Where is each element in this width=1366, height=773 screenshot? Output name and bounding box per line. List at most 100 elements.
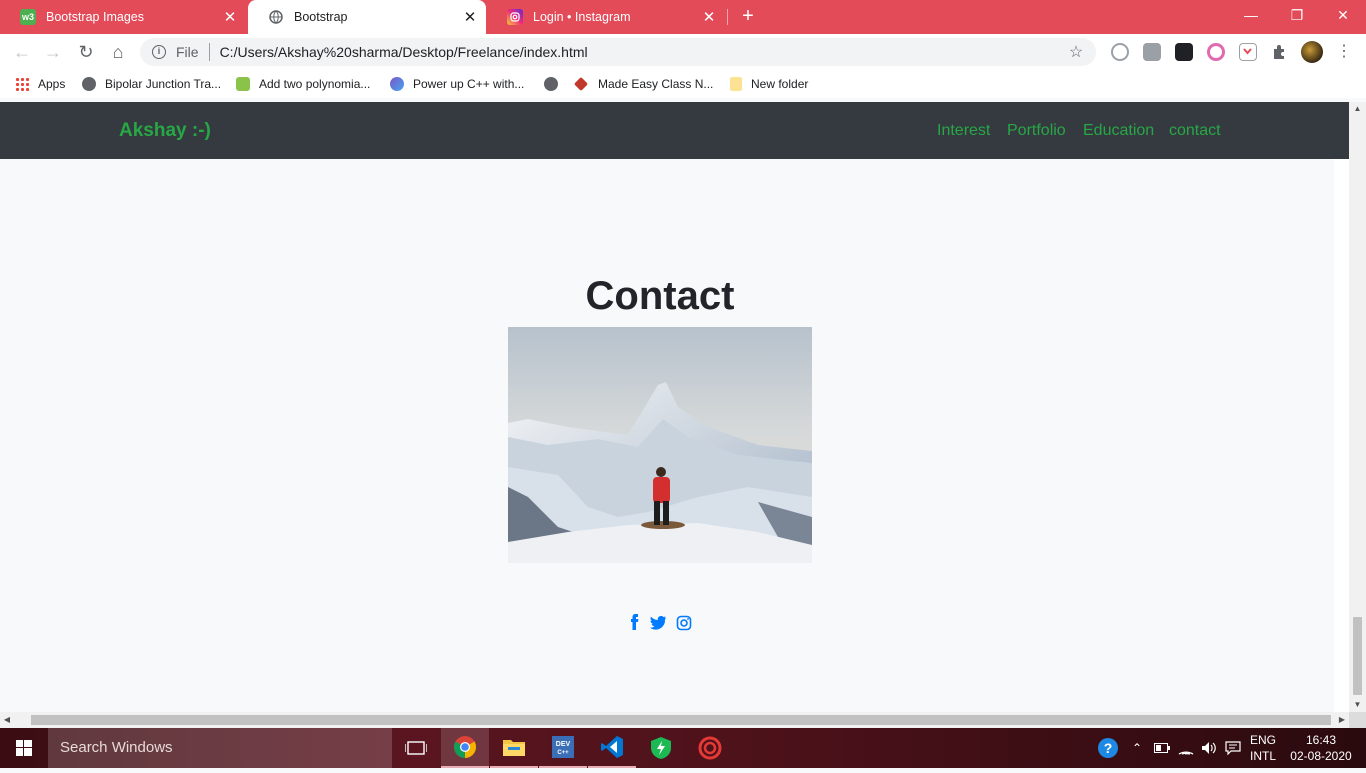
bookmark-label: Bipolar Junction Tra... [105,77,222,91]
help-icon[interactable]: ? [1096,728,1120,768]
reload-button[interactable]: ↻ [74,40,98,64]
minimize-button[interactable]: — [1228,0,1274,30]
bookmark-label: Power up C++ with... [413,77,525,91]
instagram-icon[interactable] [675,614,693,632]
folder-icon [730,77,742,91]
scroll-down-arrow[interactable]: ▼ [1349,698,1366,712]
bookmark-polynomial[interactable]: Add two polynomia... [236,74,370,94]
url-text[interactable]: C:/Users/Akshay%20sharma/Desktop/Freelan… [220,44,1066,60]
info-icon[interactable]: i [152,45,166,59]
windows-taskbar: Search Windows DEV C++ ? ⌃ ENG INTL 16:43… [0,728,1366,768]
scrollbar-thumb[interactable] [31,715,1331,725]
scroll-right-arrow[interactable]: ▶ [1335,712,1349,728]
bookmark-bipolar[interactable]: Bipolar Junction Tra... [82,74,221,94]
extension-circle-icon[interactable] [1207,43,1225,61]
chrome-icon[interactable] [441,728,489,768]
extension-glasses-icon[interactable] [1175,43,1193,61]
chrome-menu-icon[interactable]: ⋮ [1336,40,1352,64]
site-navbar: Akshay :-) Interest Portfolio Education … [0,102,1349,159]
close-icon[interactable]: ✕ [220,8,240,26]
scrollbar-corner [1349,712,1366,728]
svg-text:C++: C++ [557,750,569,756]
chevron-up-icon[interactable]: ⌃ [1126,728,1148,768]
taskbar-search[interactable]: Search Windows [48,728,392,768]
bookmarks-bar: Apps Bipolar Junction Tra... Add two pol… [0,70,1366,98]
bookmark-label: Add two polynomia... [259,77,371,91]
address-bar[interactable]: i File C:/Users/Akshay%20sharma/Desktop/… [140,38,1096,66]
home-button[interactable]: ⌂ [106,40,130,64]
page-viewport: Akshay :-) Interest Portfolio Education … [0,102,1349,712]
vscode-icon[interactable] [588,728,636,768]
wave-icon [390,77,404,91]
geeks-icon [236,77,250,91]
restore-button[interactable]: ❐ [1274,0,1320,30]
social-links [622,614,702,634]
forward-button[interactable]: → [41,40,65,64]
scroll-up-arrow[interactable]: ▲ [1349,102,1366,116]
bookmark-cpp[interactable]: Power up C++ with... [390,74,524,94]
input-language[interactable]: ENG INTL [1243,732,1283,764]
bookmark-label: Made Easy Class N... [598,77,714,91]
tab-title: Bootstrap [294,10,348,24]
facebook-icon[interactable] [626,614,644,632]
bookmark-made-easy[interactable]: Made Easy Class N... [573,74,714,94]
globe-icon [544,77,558,91]
task-view-icon[interactable] [392,728,440,768]
bookmark-apps[interactable]: Apps [15,74,65,94]
tab-divider [727,9,728,25]
rocket-icon [573,76,589,92]
nav-link-portfolio[interactable]: Portfolio [1007,122,1066,140]
tab-strip: w3 Bootstrap Images ✕ Bootstrap ✕ Login … [0,0,1366,34]
globe-icon [82,77,96,91]
extension-timer-icon[interactable] [1111,43,1129,61]
nav-link-education[interactable]: Education [1083,122,1154,140]
svg-text:?: ? [1104,740,1113,756]
new-tab-button[interactable]: + [737,4,759,28]
system-clock[interactable]: 16:43 02-08-2020 [1286,732,1356,764]
window-close-button[interactable]: ✕ [1320,0,1366,30]
tab-bootstrap[interactable]: Bootstrap ✕ [248,0,486,34]
profile-avatar[interactable] [1301,41,1323,63]
apps-grid-icon [15,77,29,91]
tab-bootstrap-images[interactable]: w3 Bootstrap Images ✕ [0,0,246,34]
extension-pocket-icon[interactable] [1239,43,1257,61]
bookmark-label: Apps [38,77,66,91]
battery-icon[interactable] [1151,728,1173,768]
wifi-icon[interactable] [1175,728,1197,768]
browser-toolbar: ← → ↻ ⌂ i File C:/Users/Akshay%20sharma/… [0,34,1366,70]
horizontal-scrollbar[interactable]: ◀ ▶ [0,712,1349,728]
clock-date: 02-08-2020 [1290,749,1352,763]
site-brand[interactable]: Akshay :-) [119,120,211,142]
notification-icon[interactable] [1222,728,1244,768]
devcpp-icon[interactable]: DEV C++ [539,728,587,768]
back-button[interactable]: ← [10,40,34,64]
tab-title: Login • Instagram [533,10,631,24]
globe-icon [268,9,284,25]
svg-text:DEV: DEV [556,741,571,748]
scrollbar-thumb[interactable] [1353,617,1362,695]
vertical-scrollbar[interactable]: ▲ ▼ [1349,102,1366,712]
extensions-puzzle-icon[interactable] [1271,43,1289,61]
start-button[interactable] [0,728,48,768]
w3schools-icon: w3 [20,9,36,25]
close-icon[interactable]: ✕ [699,8,719,26]
keyboard-layout: INTL [1249,749,1276,763]
bookmark-star-icon[interactable]: ☆ [1066,42,1086,62]
shield-icon[interactable] [637,728,685,768]
instagram-icon [507,9,523,25]
volume-icon[interactable] [1198,728,1220,768]
bookmark-new-folder[interactable]: New folder [730,74,808,94]
close-icon[interactable]: ✕ [460,8,480,26]
twitter-icon[interactable] [649,614,667,632]
file-explorer-icon[interactable] [490,728,538,768]
bookmark-globe[interactable] [544,74,567,94]
extension-bag-icon[interactable] [1143,43,1161,61]
nav-link-interest[interactable]: Interest [937,122,990,140]
divider [208,43,210,61]
screen-recorder-icon[interactable] [686,728,734,768]
mountain-photo [508,327,812,563]
tab-title: Bootstrap Images [46,10,144,24]
nav-link-contact[interactable]: contact [1169,122,1221,140]
tab-instagram[interactable]: Login • Instagram ✕ [487,0,725,34]
scroll-left-arrow[interactable]: ◀ [0,712,14,728]
